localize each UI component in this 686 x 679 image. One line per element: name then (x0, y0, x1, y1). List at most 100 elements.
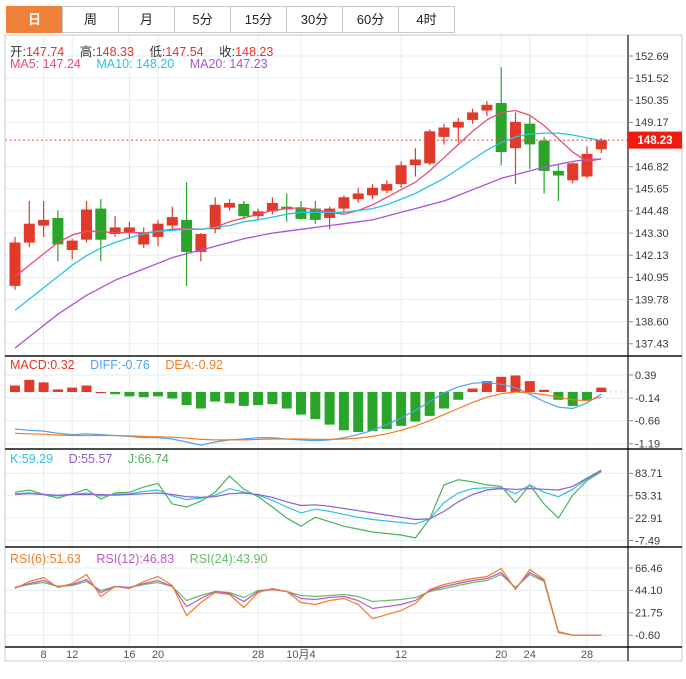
macd-hist-bar (539, 389, 550, 392)
candle-body (452, 121, 464, 128)
y-tick-label: 139.78 (635, 294, 669, 306)
tab-15min[interactable]: 15分 (230, 6, 287, 33)
rsi-readout: RSI(6):51.63 RSI(12):46.83 RSI(24):43.90 (10, 552, 280, 566)
tab-5min[interactable]: 5分 (174, 6, 231, 33)
candle-body (166, 217, 178, 226)
macd-hist-bar (181, 392, 192, 406)
candle-body (595, 140, 607, 150)
ma10-value: 148.20 (135, 57, 175, 71)
macd-hist-bar (281, 392, 292, 409)
macd-hist-bar (238, 392, 249, 406)
macd-hist-bar (24, 379, 35, 392)
y-tick-label: 140.95 (635, 272, 669, 284)
candle-body (481, 104, 493, 111)
candle-body (66, 240, 78, 250)
candle-body (409, 159, 421, 166)
macd-hist-bar (467, 388, 478, 392)
x-tick-label: 20 (152, 649, 164, 661)
macd-hist-bar (367, 392, 378, 432)
y-tick-label: 21.75 (635, 608, 663, 620)
timeframe-tab-bar: 日 周 月 5分 15分 30分 60分 4时 (6, 6, 455, 33)
macd-value: MACD:0.32 (10, 358, 75, 372)
macd-hist-bar (310, 392, 321, 419)
macd-hist-bar (267, 392, 278, 405)
y-tick-label: 151.52 (635, 73, 669, 85)
tab-60min[interactable]: 60分 (342, 6, 399, 33)
y-tick-label: 145.65 (635, 184, 669, 196)
y-tick-label: 150.35 (635, 95, 669, 107)
d-value: D:55.57 (68, 452, 113, 466)
x-tick-label: 28 (252, 649, 264, 661)
x-tick-label: 20 (495, 649, 507, 661)
rsi24-value: RSI(24):43.90 (189, 552, 268, 566)
y-tick-label: 138.60 (635, 317, 669, 329)
macd-hist-bar (453, 392, 464, 400)
x-tick-label: 12 (395, 649, 407, 661)
ma20-label: MA20: (189, 57, 230, 71)
candle-body (367, 187, 378, 196)
y-tick-label: 142.13 (635, 250, 669, 262)
macd-hist-bar (253, 392, 264, 406)
macd-hist-bar (324, 392, 335, 425)
x-tick-label: 16 (123, 649, 135, 661)
macd-hist-bar (167, 392, 178, 399)
y-tick-label: -0.60 (635, 630, 660, 642)
ma5-label: MA5: (10, 57, 43, 71)
tab-day[interactable]: 日 (6, 6, 63, 33)
candle-body (552, 170, 564, 176)
candle-body (567, 163, 579, 181)
candle-body (438, 127, 450, 137)
y-tick-label: 53.31 (635, 491, 663, 503)
y-tick-label: 0.39 (635, 370, 656, 382)
ma-readout: MA5: 147.24 MA10: 148.20 MA20: 147.23 (10, 57, 280, 71)
macd-hist-bar (338, 392, 349, 431)
tab-month[interactable]: 月 (118, 6, 175, 33)
candle-body (395, 165, 407, 185)
macd-hist-bar (195, 392, 206, 409)
x-tick-label: 24 (524, 649, 536, 661)
candle-body (581, 153, 593, 177)
candle-body (338, 197, 350, 209)
y-tick-label: -1.19 (635, 439, 660, 451)
rsi12-value: RSI(12):46.83 (96, 552, 175, 566)
candle-body (181, 219, 193, 252)
macd-hist-bar (138, 392, 149, 398)
macd-hist-bar (95, 392, 106, 394)
macd-hist-bar (353, 392, 364, 432)
tab-week[interactable]: 周 (62, 6, 119, 33)
tab-30min[interactable]: 30分 (286, 6, 343, 33)
rsi6-line (14, 567, 602, 636)
x-tick-label: 12 (66, 649, 78, 661)
y-tick-label: 66.46 (635, 563, 663, 575)
dea-value: DEA:-0.92 (165, 358, 223, 372)
macd-hist-bar (296, 392, 306, 415)
candle-body (238, 203, 250, 217)
tab-4hour[interactable]: 4时 (398, 6, 455, 33)
candle-body (38, 219, 50, 226)
ma10-label: MA10: (96, 57, 136, 71)
rsi6-value: RSI(6):51.63 (10, 552, 81, 566)
rsi24-line (14, 573, 602, 636)
ma20-line (14, 158, 602, 349)
macd-hist-bar (110, 392, 121, 395)
macd-hist-bar (124, 392, 135, 397)
candle-body (467, 112, 479, 120)
candle-body (224, 202, 235, 208)
candle-body (381, 184, 393, 191)
diff-value: DIFF:-0.76 (90, 358, 150, 372)
macd-readout: MACD:0.32 DIFF:-0.76 DEA:-0.92 (10, 358, 235, 372)
x-tick-label: 10月4 (286, 649, 315, 661)
macd-hist-bar (410, 392, 421, 422)
y-tick-label: -0.66 (635, 416, 660, 428)
chart-canvas[interactable]: 152.69 151.52 150.35 149.17 146.82 145.65 144.… (0, 0, 686, 679)
macd-hist-bar (67, 387, 78, 392)
y-tick-label: 144.48 (635, 206, 669, 218)
k-value: K:59.29 (10, 452, 54, 466)
macd-hist-bar (396, 392, 407, 426)
last-price-badge-value: 148.23 (637, 135, 672, 147)
y-tick-label: 44.10 (635, 585, 663, 597)
candle-body (81, 209, 92, 240)
trading-chart-page: { "tabs": [ {"label": "日", "active": tru… (0, 0, 686, 679)
dea-line (14, 391, 602, 441)
y-tick-label: -7.49 (635, 535, 660, 547)
